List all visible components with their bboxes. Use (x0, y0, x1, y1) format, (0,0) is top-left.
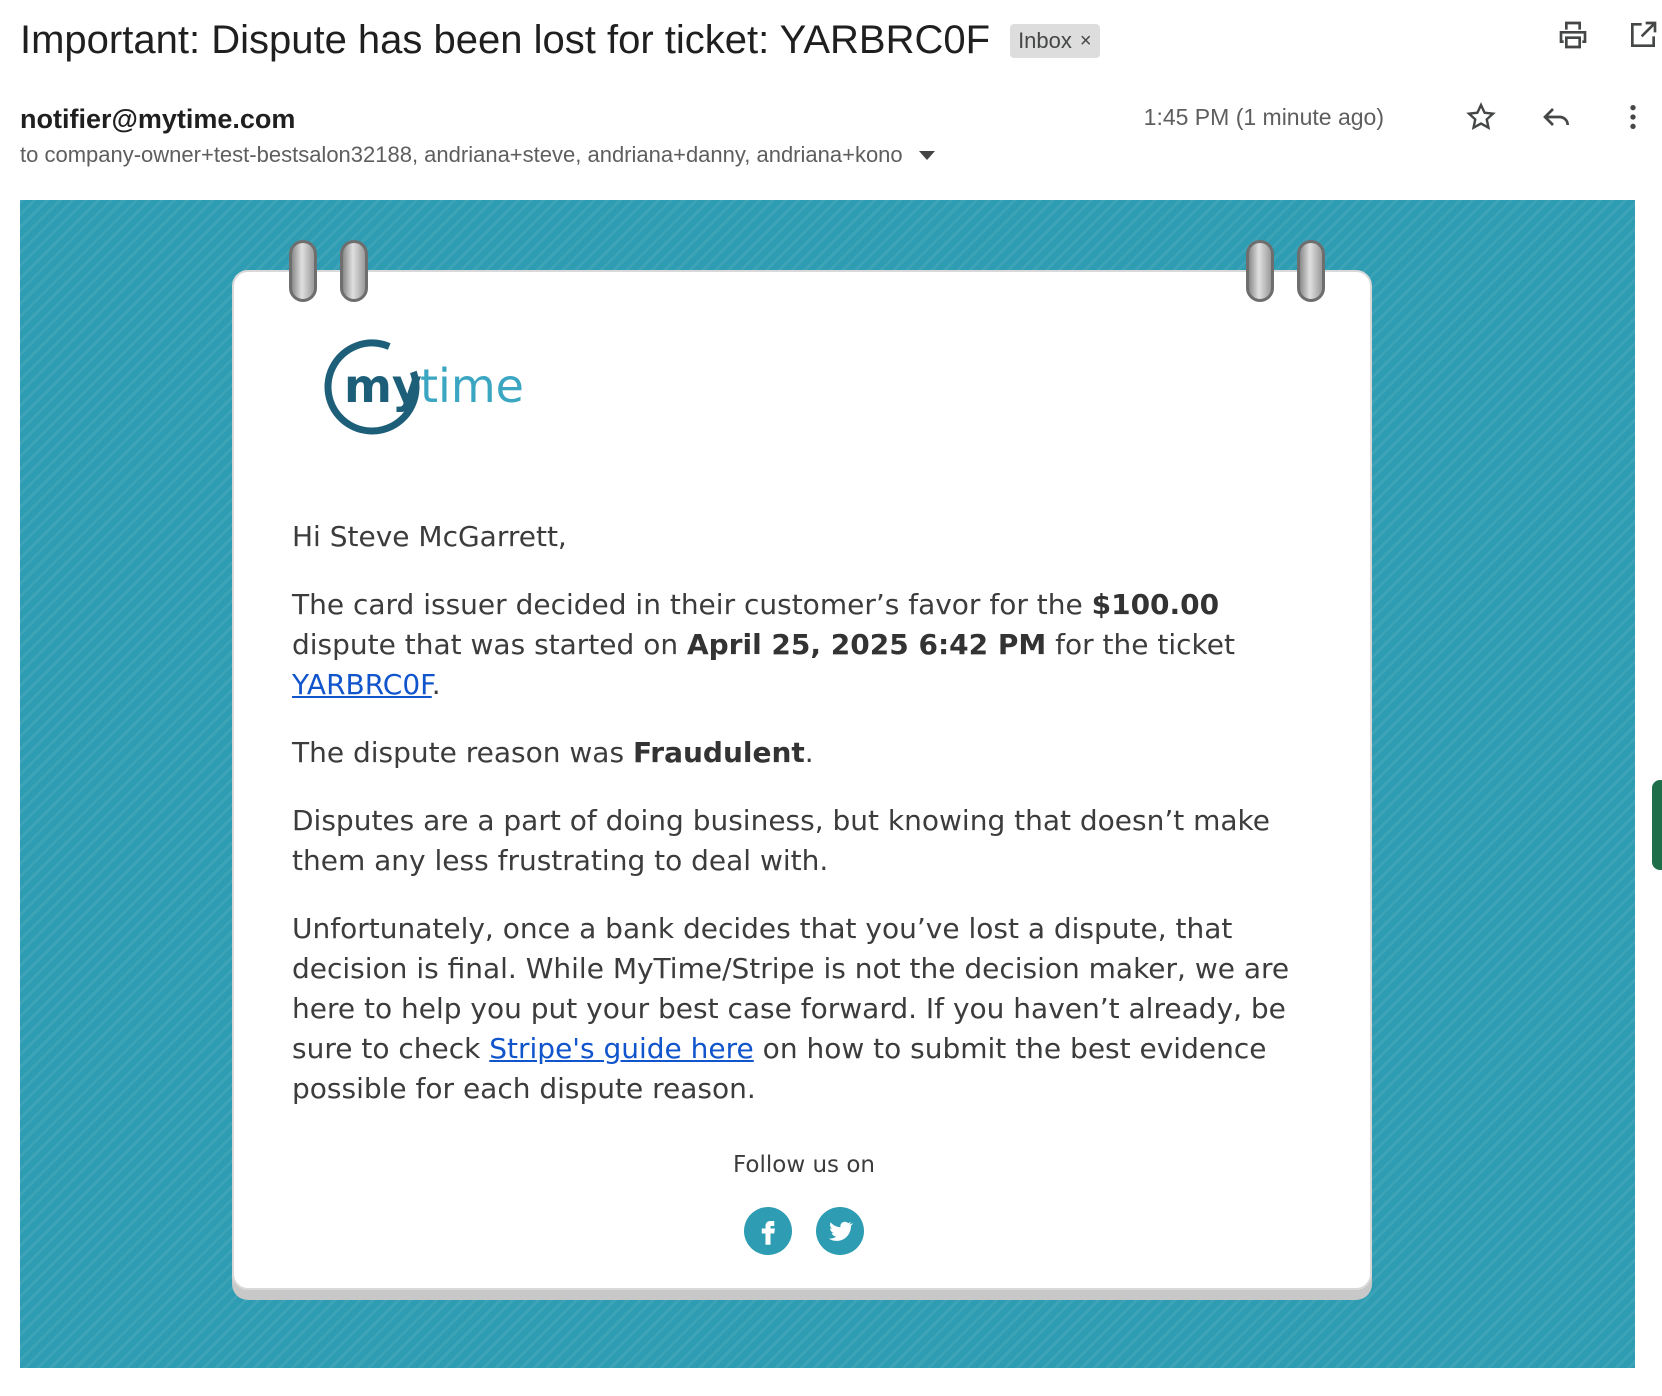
open-in-new-window-icon[interactable] (1626, 18, 1660, 52)
ticket-link[interactable]: YARBRC0F (292, 668, 432, 701)
more-vert-icon[interactable] (1616, 100, 1650, 134)
label-text: Inbox (1018, 28, 1072, 53)
email-body-background: my time Hi Steve McGarrett, The card iss… (20, 200, 1635, 1368)
p1-text-c: for the ticket (1046, 628, 1235, 661)
inbox-label-chip[interactable]: Inbox × (1010, 24, 1100, 58)
binder-ring-icon (289, 240, 317, 302)
logo-my-text: my (344, 359, 422, 413)
binder-ring-icon (1246, 240, 1274, 302)
sender-row: notifier@mytime.com 1:45 PM (1 minute ag… (20, 100, 1650, 140)
binder-ring-icon (340, 240, 368, 302)
greeting: Hi Steve McGarrett, (292, 520, 567, 553)
dispute-reason: Fraudulent (632, 736, 805, 769)
message-meta: 1:45 PM (1 minute ago) (1144, 100, 1650, 134)
recipients: to company-owner+test-bestsalon32188, an… (20, 142, 903, 167)
p1-text-b: dispute that was started on (292, 628, 687, 661)
star-icon[interactable] (1464, 100, 1498, 134)
social-links (234, 1207, 1374, 1255)
dispute-amount: $100.00 (1091, 588, 1220, 621)
facebook-icon[interactable] (744, 1207, 792, 1255)
email-subject: Important: Dispute has been lost for tic… (20, 17, 991, 62)
chevron-down-icon[interactable] (918, 150, 935, 160)
subject-row: Important: Dispute has been lost for tic… (20, 10, 1650, 70)
remove-label-button[interactable]: × (1080, 30, 1092, 53)
dispute-date: April 25, 2025 6:42 PM (686, 628, 1047, 661)
logo-time-text: time (420, 359, 524, 413)
paragraph-disputes: Disputes are a part of doing business, b… (292, 804, 1271, 877)
recipients-row: to company-owner+test-bestsalon32188, an… (20, 142, 935, 168)
sender-email: notifier@mytime.com (20, 104, 296, 134)
follow-us-text: Follow us on (733, 1152, 875, 1178)
timestamp: 1:45 PM (1 minute ago) (1143, 103, 1384, 130)
paragraph-reason: The dispute reason was Fraudulent. (292, 733, 1322, 773)
twitter-icon[interactable] (816, 1207, 864, 1255)
email-message: Hi Steve McGarrett, The card issuer deci… (292, 517, 1322, 1137)
top-actions (1556, 18, 1660, 52)
print-icon[interactable] (1556, 18, 1590, 52)
email-card: my time Hi Steve McGarrett, The card iss… (232, 240, 1374, 1290)
stripe-guide-link[interactable]: Stripe's guide here (489, 1032, 754, 1065)
mytime-logo: my time (324, 339, 524, 435)
p1-text-a: The card issuer decided in their custome… (292, 588, 1092, 621)
paragraph-guide: Unfortunately, once a bank decides that … (292, 909, 1322, 1109)
binder-ring-icon (1297, 240, 1325, 302)
reply-icon[interactable] (1540, 100, 1574, 134)
p2-text: The dispute reason was (292, 736, 633, 769)
p2-end: . (804, 736, 814, 769)
paragraph-decision: The card issuer decided in their custome… (292, 585, 1322, 705)
side-panel-tab[interactable] (1652, 780, 1662, 870)
p1-end: . (431, 668, 441, 701)
